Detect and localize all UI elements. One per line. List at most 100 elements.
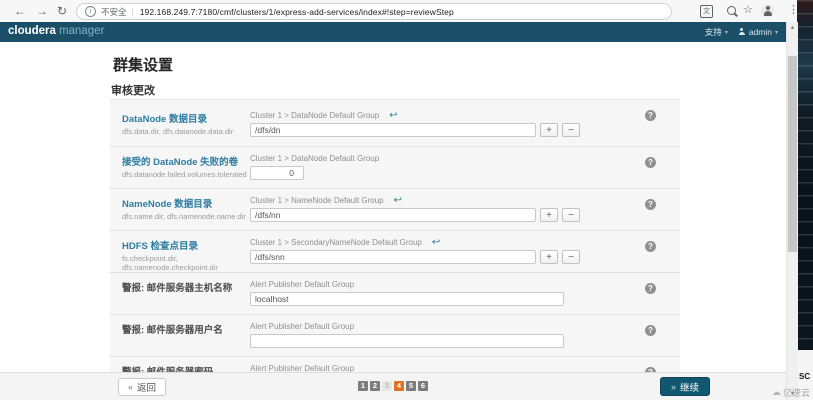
help-icon[interactable]: ?: [645, 325, 656, 336]
site-info-icon[interactable]: i: [85, 6, 96, 17]
setting-value-input[interactable]: [250, 334, 564, 348]
setting-value-column: Alert Publisher Default Group: [250, 273, 680, 314]
setting-property-names: dfs.datanode.failed.volumes.tolerated: [122, 170, 250, 179]
page-title: 群集设置: [113, 54, 173, 75]
screen: ← → ↻ i 不安全 | 192.168.249.7:7180/cmf/clu…: [0, 0, 813, 400]
role-group-label: Cluster 1 > NameNode Default Group: [250, 196, 384, 205]
role-group-label: Alert Publisher Default Group: [250, 280, 354, 289]
reset-to-default-icon[interactable]: ↩: [394, 197, 402, 205]
setting-value-column: Cluster 1 > DataNode Default Group ↩ + −: [250, 104, 680, 146]
address-bar[interactable]: i 不安全 | 192.168.249.7:7180/cmf/clusters/…: [76, 3, 672, 20]
setting-label-link[interactable]: 警报: 邮件服务器主机名称: [122, 280, 250, 294]
setting-value-column: Alert Publisher Default Group: [250, 315, 680, 356]
setting-value-input[interactable]: [250, 123, 536, 137]
help-icon[interactable]: ?: [645, 283, 656, 294]
cloudera-manager-logo[interactable]: clouderamanager: [8, 25, 104, 37]
username-label: admin: [749, 27, 772, 37]
setting-value-column: Cluster 1 > SecondaryNameNode Default Gr…: [250, 231, 680, 272]
setting-row: 警报: 邮件服务器主机名称 Alert Publisher Default Gr…: [110, 273, 680, 315]
wizard-step-6[interactable]: 6: [418, 381, 428, 391]
setting-value-input[interactable]: [250, 166, 304, 180]
setting-row: DataNode 数据目录 dfs.data.dir, dfs.datanode…: [110, 100, 680, 147]
omnibox-divider: |: [132, 7, 134, 17]
reset-to-default-icon[interactable]: ↩: [432, 239, 440, 247]
continue-button-label: 继续: [680, 380, 699, 394]
setting-label-link[interactable]: HDFS 检查点目录: [122, 238, 250, 252]
help-icon[interactable]: ?: [645, 241, 656, 252]
bookmark-star-icon[interactable]: ☆: [743, 3, 753, 16]
setting-label-link[interactable]: 警报: 邮件服务器用户名: [122, 322, 250, 336]
setting-value-input[interactable]: [250, 250, 536, 264]
role-group-label: Cluster 1 > SecondaryNameNode Default Gr…: [250, 238, 422, 247]
reset-to-default-icon[interactable]: ↩: [389, 112, 397, 120]
setting-name-column: 接受的 DataNode 失败的卷 dfs.datanode.failed.vo…: [122, 147, 250, 188]
setting-row: NameNode 数据目录 dfs.name.dir, dfs.namenode…: [110, 189, 680, 231]
help-icon[interactable]: ?: [645, 199, 656, 210]
setting-row: 警报: 邮件服务器用户名 Alert Publisher Default Gro…: [110, 315, 680, 357]
setting-property-names: dfs.name.dir, dfs.namenode.name.dir: [122, 212, 250, 221]
wizard-footer: « 返回 123456 » 继续: [0, 372, 786, 400]
security-label: 不安全: [101, 6, 127, 18]
setting-value-input[interactable]: [250, 208, 536, 222]
browser-toolbar: ← → ↻ i 不安全 | 192.168.249.7:7180/cmf/clu…: [0, 0, 797, 23]
wizard-step-3[interactable]: 3: [382, 381, 392, 391]
setting-property-names: dfs.data.dir, dfs.datanode.data.dir: [122, 127, 250, 136]
browser-forward-icon[interactable]: →: [36, 3, 48, 19]
double-chevron-left-icon: «: [128, 382, 133, 392]
wizard-step-pagination: 123456: [358, 381, 428, 391]
role-group-label: Alert Publisher Default Group: [250, 322, 354, 331]
brand-primary: cloudera: [8, 25, 56, 37]
setting-row: HDFS 检查点目录 fs.checkpoint.dir, dfs.nameno…: [110, 231, 680, 273]
setting-value-column: Cluster 1 > NameNode Default Group ↩ + −: [250, 189, 680, 230]
browser-back-icon[interactable]: ←: [14, 3, 26, 19]
chevron-down-icon: ▾: [725, 29, 728, 36]
support-menu[interactable]: 支持 ▾: [705, 26, 728, 38]
setting-property-names: fs.checkpoint.dir, dfs.namenode.checkpoi…: [122, 254, 250, 272]
desktop-background-strip: [797, 0, 813, 400]
translate-icon[interactable]: 文: [700, 5, 713, 18]
support-label: 支持: [705, 26, 722, 38]
wizard-step-2[interactable]: 2: [370, 381, 380, 391]
watermark-text: 亿速云: [783, 386, 810, 399]
setting-label-link[interactable]: 接受的 DataNode 失败的卷: [122, 154, 250, 168]
settings-panel: DataNode 数据目录 dfs.data.dir, dfs.datanode…: [110, 99, 680, 399]
cloud-icon: ☁: [772, 387, 781, 398]
user-icon: [738, 28, 746, 36]
remove-value-button[interactable]: −: [562, 250, 580, 264]
chevron-down-icon: ▾: [775, 29, 778, 36]
add-value-button[interactable]: +: [540, 208, 558, 222]
setting-name-column: 警报: 邮件服务器主机名称: [122, 273, 250, 314]
continue-button[interactable]: » 继续: [660, 377, 710, 396]
wizard-step-4[interactable]: 4: [394, 381, 404, 391]
help-icon[interactable]: ?: [645, 110, 656, 121]
setting-name-column: 警报: 邮件服务器用户名: [122, 315, 250, 356]
main-content: 群集设置 审核更改 DataNode 数据目录 dfs.data.dir, df…: [0, 42, 786, 372]
add-value-button[interactable]: +: [540, 250, 558, 264]
url-text: 192.168.249.7:7180/cmf/clusters/1/expres…: [140, 7, 454, 17]
help-icon[interactable]: ?: [645, 157, 656, 168]
role-group-label: Cluster 1 > DataNode Default Group: [250, 154, 379, 163]
scrollbar-thumb[interactable]: [788, 56, 797, 252]
setting-name-column: DataNode 数据目录 dfs.data.dir, dfs.datanode…: [122, 104, 250, 146]
browser-profile-avatar[interactable]: [761, 4, 774, 17]
wizard-step-1[interactable]: 1: [358, 381, 368, 391]
back-button[interactable]: « 返回: [118, 378, 166, 396]
setting-row: 接受的 DataNode 失败的卷 dfs.datanode.failed.vo…: [110, 147, 680, 189]
setting-value-column: Cluster 1 > DataNode Default Group: [250, 147, 680, 188]
wizard-step-5[interactable]: 5: [406, 381, 416, 391]
remove-value-button[interactable]: −: [562, 208, 580, 222]
user-menu[interactable]: admin ▾: [738, 27, 778, 37]
double-chevron-right-icon: »: [671, 382, 676, 392]
setting-label-link[interactable]: NameNode 数据目录: [122, 196, 250, 210]
add-value-button[interactable]: +: [540, 123, 558, 137]
role-group-label: Cluster 1 > DataNode Default Group: [250, 111, 379, 120]
browser-reload-icon[interactable]: ↻: [57, 3, 67, 19]
app-header: clouderamanager 支持 ▾ admin ▾: [0, 22, 786, 42]
setting-label-link[interactable]: DataNode 数据目录: [122, 111, 250, 125]
setting-value-input[interactable]: [250, 292, 564, 306]
zoom-icon[interactable]: [727, 6, 736, 15]
remove-value-button[interactable]: −: [562, 123, 580, 137]
setting-name-column: NameNode 数据目录 dfs.name.dir, dfs.namenode…: [122, 189, 250, 230]
scrollbar-up-icon[interactable]: ▲: [787, 25, 798, 31]
vertical-scrollbar[interactable]: ▲ ▼: [786, 22, 798, 400]
